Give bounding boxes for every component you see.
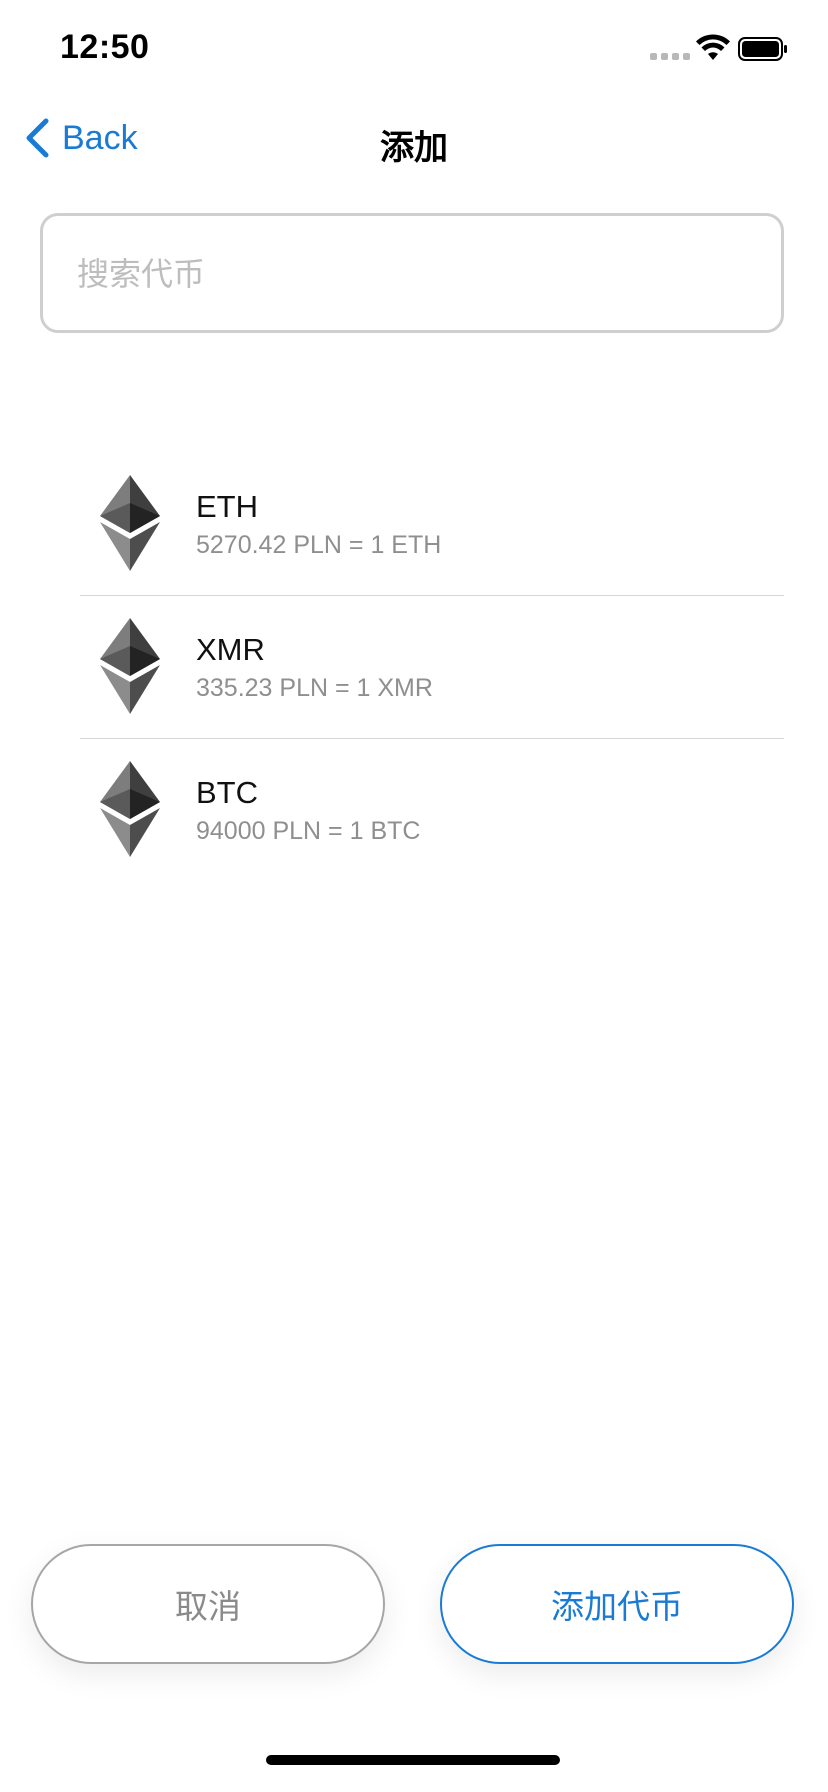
coin-symbol: ETH [196, 489, 258, 524]
home-indicator [266, 1755, 560, 1765]
list-item[interactable]: XMR 335.23 PLN = 1 XMR [80, 596, 784, 739]
status-bar: 12:50 [0, 0, 828, 100]
ethereum-icon [100, 761, 160, 857]
add-token-button[interactable]: 添加代币 [440, 1544, 794, 1664]
coin-rate: 94000 PLN = 1 BTC [196, 817, 421, 845]
navigation-bar: Back 添加 [0, 100, 828, 182]
search-box [40, 213, 784, 333]
ethereum-icon [100, 475, 160, 571]
coin-rate: 5270.42 PLN = 1 ETH [196, 531, 442, 559]
list-item[interactable]: BTC 94000 PLN = 1 BTC [80, 739, 784, 882]
search-input[interactable] [75, 216, 759, 332]
coin-symbol: BTC [196, 775, 258, 810]
wifi-icon [696, 34, 730, 60]
list-item[interactable]: ETH 5270.42 PLN = 1 ETH [80, 453, 784, 596]
status-time: 12:50 [60, 28, 150, 66]
coin-list: ETH 5270.42 PLN = 1 ETH XMR 335.23 PLN =… [80, 453, 784, 882]
page-title: 添加 [380, 129, 448, 167]
cellular-signal-icon [650, 53, 690, 60]
cancel-button[interactable]: 取消 [31, 1544, 385, 1664]
coin-rate: 335.23 PLN = 1 XMR [196, 674, 433, 702]
ethereum-icon [100, 618, 160, 714]
coin-symbol: XMR [196, 632, 265, 667]
battery-icon [738, 37, 787, 61]
